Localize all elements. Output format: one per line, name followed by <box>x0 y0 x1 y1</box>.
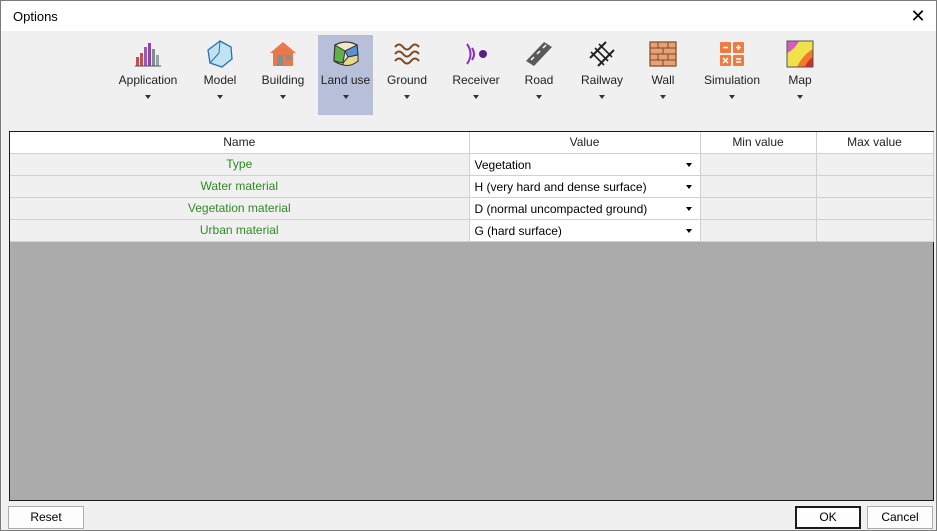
land-use-icon <box>332 41 359 66</box>
max-value-cell <box>816 175 934 198</box>
property-name: Vegetation material <box>10 197 470 220</box>
map-icon <box>786 40 814 68</box>
chevron-down-icon <box>404 95 410 99</box>
dropdown-arrow-icon[interactable] <box>681 157 697 173</box>
min-value-cell <box>700 219 817 242</box>
tab-map-label: Map <box>788 73 812 87</box>
options-dialog: Options ✕ Application Model Building Lan… <box>0 0 937 531</box>
tab-building[interactable]: Building <box>258 35 308 115</box>
chevron-down-icon <box>599 95 605 99</box>
road-icon <box>526 42 552 66</box>
tab-simulation-label: Simulation <box>703 73 761 87</box>
tab-wall[interactable]: Wall <box>641 35 685 115</box>
header-value[interactable]: Value <box>469 132 701 154</box>
mesh-icon <box>207 40 233 68</box>
dropdown-arrow-icon[interactable] <box>681 223 697 239</box>
tab-road-label: Road <box>524 73 554 87</box>
property-name: Type <box>10 153 470 176</box>
property-value: G (hard surface) <box>474 223 562 238</box>
min-value-cell <box>700 197 817 220</box>
chevron-down-icon <box>473 95 479 99</box>
tab-building-label: Building <box>261 73 305 87</box>
tab-land-use-label: Land use <box>320 73 371 87</box>
table-header: Name Value Min value Max value <box>10 132 934 154</box>
min-value-cell <box>700 153 817 176</box>
header-name[interactable]: Name <box>10 132 470 154</box>
tab-wall-label: Wall <box>651 73 675 87</box>
table-row: Vegetation material D (normal uncompacte… <box>10 197 934 220</box>
tab-simulation[interactable]: Simulation <box>699 35 765 115</box>
dropdown-arrow-icon[interactable] <box>681 179 697 195</box>
tab-ground[interactable]: Ground <box>383 35 431 115</box>
property-value-select[interactable]: G (hard surface) <box>469 219 701 242</box>
property-value: H (very hard and dense surface) <box>474 179 647 194</box>
property-value-select[interactable]: H (very hard and dense surface) <box>469 175 701 198</box>
property-grid: Name Value Min value Max value Type Vege… <box>9 131 934 501</box>
min-value-cell <box>700 175 817 198</box>
chevron-down-icon <box>536 95 542 99</box>
window-title: Options <box>13 9 58 24</box>
tab-model-label: Model <box>203 73 237 87</box>
ok-button[interactable]: OK <box>795 506 861 529</box>
dropdown-arrow-icon[interactable] <box>681 201 697 217</box>
chevron-down-icon <box>145 95 151 99</box>
calculator-icon <box>720 42 744 66</box>
chevron-down-icon <box>660 95 666 99</box>
railway-icon <box>589 41 615 67</box>
property-name: Urban material <box>10 219 470 242</box>
max-value-cell <box>816 153 934 176</box>
close-icon[interactable]: ✕ <box>906 4 930 28</box>
house-icon <box>270 42 296 66</box>
tab-road[interactable]: Road <box>517 35 561 115</box>
table-row: Type Vegetation <box>10 153 934 176</box>
header-min-value[interactable]: Min value <box>700 132 817 154</box>
tab-railway-label: Railway <box>580 73 623 87</box>
property-value-select[interactable]: Vegetation <box>469 153 701 176</box>
cancel-button[interactable]: Cancel <box>867 506 933 529</box>
table-row: Urban material G (hard surface) <box>10 219 934 242</box>
brick-wall-icon <box>649 41 677 67</box>
chevron-down-icon <box>342 95 349 99</box>
chevron-down-icon <box>797 95 803 99</box>
tab-application-label: Application <box>118 73 178 87</box>
receiver-icon <box>466 43 487 65</box>
max-value-cell <box>816 197 934 220</box>
table-row: Water material H (very hard and dense su… <box>10 175 934 198</box>
tab-railway[interactable]: Railway <box>577 35 627 115</box>
tab-receiver-label: Receiver <box>452 73 500 87</box>
max-value-cell <box>816 219 934 242</box>
header-max-value[interactable]: Max value <box>816 132 934 154</box>
property-value: Vegetation <box>474 157 532 172</box>
tab-ground-label: Ground <box>386 73 428 87</box>
ground-waves-icon <box>394 43 420 65</box>
tab-map[interactable]: Map <box>779 35 821 115</box>
property-value-select[interactable]: D (normal uncompacted ground) <box>469 197 701 220</box>
chevron-down-icon <box>729 95 735 99</box>
property-value: D (normal uncompacted ground) <box>474 201 648 216</box>
chevron-down-icon <box>280 95 286 99</box>
property-name: Water material <box>10 175 470 198</box>
chevron-down-icon <box>217 95 223 99</box>
tab-receiver[interactable]: Receiver <box>448 35 504 115</box>
tab-land-use[interactable]: Land use <box>318 35 373 115</box>
reset-button[interactable]: Reset <box>8 506 84 529</box>
property-table: Name Value Min value Max value Type Vege… <box>10 132 934 242</box>
tab-application[interactable]: Application <box>117 35 179 115</box>
category-toolbar: Application Model Building Land use Grou… <box>1 31 936 127</box>
tab-model[interactable]: Model <box>197 35 243 115</box>
title-bar: Options ✕ <box>1 1 936 31</box>
bar-chart-icon <box>135 43 161 67</box>
